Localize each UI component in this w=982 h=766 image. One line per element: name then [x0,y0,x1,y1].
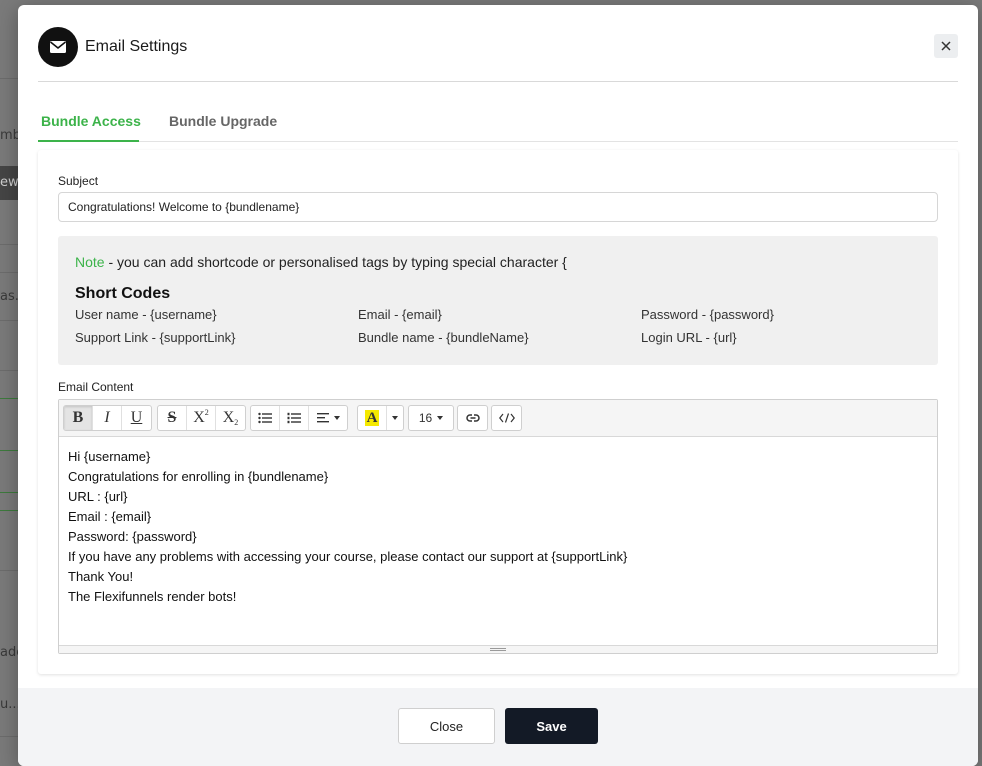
font-size-group: 16 [408,405,454,431]
grip-icon [490,648,506,651]
code-group [491,405,522,431]
color-group: A [357,405,404,431]
close-button[interactable]: Close [398,708,495,744]
chevron-down-icon [392,416,398,420]
editor-line: Email : {email} [68,509,152,524]
short-codes-title: Short Codes [75,285,171,302]
code-view-button[interactable] [492,406,521,430]
italic-button[interactable]: I [93,406,122,430]
short-code: Support Link - {supportLink} [75,330,236,345]
chevron-down-icon [333,416,340,420]
note-text: - you can add shortcode or personalised … [104,254,567,270]
short-code: Email - {email} [358,307,442,322]
subscript-button[interactable]: X2 [216,406,245,430]
shortcode-note: Note - you can add shortcode or personal… [58,236,938,365]
tab-bar: Bundle Access Bundle Upgrade [38,101,958,142]
highlight-icon: A [364,410,380,426]
note-line: Note - you can add shortcode or personal… [75,254,567,270]
link-icon [465,414,480,422]
font-effects-group: S X2 X2 [157,405,246,431]
code-icon [498,413,515,423]
numbered-list-icon [287,412,301,424]
subscript-icon: 2 [234,417,239,427]
close-icon[interactable] [934,34,958,58]
chevron-down-icon [437,416,444,420]
modal-header: Email Settings [38,5,958,82]
editor-line: The Flexifunnels render bots! [68,589,237,604]
link-group [457,405,488,431]
email-content-label: Email Content [58,380,134,394]
envelope-icon [38,27,78,67]
unordered-list-button[interactable] [251,406,280,430]
editor-content[interactable]: Hi {username} Congratulations for enroll… [68,447,627,607]
strikethrough-button[interactable]: S [158,406,187,430]
align-dropdown[interactable] [309,406,347,430]
underline-button[interactable]: U [122,406,151,430]
font-size-dropdown[interactable]: 16 [409,406,453,430]
active-tab-indicator [38,140,139,142]
editor-line: Hi {username} [68,449,151,464]
font-style-group: B I U [63,405,152,431]
subject-input[interactable] [58,192,938,222]
rich-text-editor: B I U S X2 X2 A 16 Hi {username} Congrat… [58,399,938,654]
superscript-label: X [193,409,205,426]
font-size-value: 16 [418,411,433,425]
short-code: Password - {password} [641,307,774,322]
short-code: Bundle name - {bundleName} [358,330,529,345]
subject-label: Subject [58,174,99,188]
superscript-icon: 2 [204,407,209,417]
email-settings-modal: Email Settings Bundle Access Bundle Upgr… [18,5,978,766]
modal-title: Email Settings [85,38,188,55]
tab-bundle-upgrade[interactable]: Bundle Upgrade [169,113,277,129]
subscript-label: X [222,409,235,426]
editor-line: Congratulations for enrolling in {bundle… [68,469,329,484]
link-button[interactable] [458,406,487,430]
modal-footer: Close Save [18,688,978,766]
settings-card: Subject Note - you can add shortcode or … [38,150,958,674]
bullet-list-icon [258,412,272,424]
ordered-list-button[interactable] [280,406,309,430]
bg-fragment: ew [0,175,19,190]
editor-line: If you have any problems with accessing … [68,549,628,564]
editor-resize-handle[interactable] [59,645,937,653]
superscript-button[interactable]: X2 [187,406,216,430]
bold-button[interactable]: B [64,406,93,430]
short-code: Login URL - {url} [641,330,737,345]
note-prefix: Note [75,254,105,270]
editor-line: Password: {password} [68,529,197,544]
editor-toolbar: B I U S X2 X2 A 16 [59,400,937,437]
align-left-icon [316,413,329,423]
editor-line: Thank You! [68,569,134,584]
short-code: User name - {username} [75,307,217,322]
save-button[interactable]: Save [505,708,598,744]
paragraph-group [250,405,348,431]
tab-bundle-access[interactable]: Bundle Access [41,113,141,129]
editor-line: URL : {url} [68,489,128,504]
highlight-color-button[interactable]: A [358,406,387,430]
highlight-color-dropdown[interactable] [387,406,403,430]
